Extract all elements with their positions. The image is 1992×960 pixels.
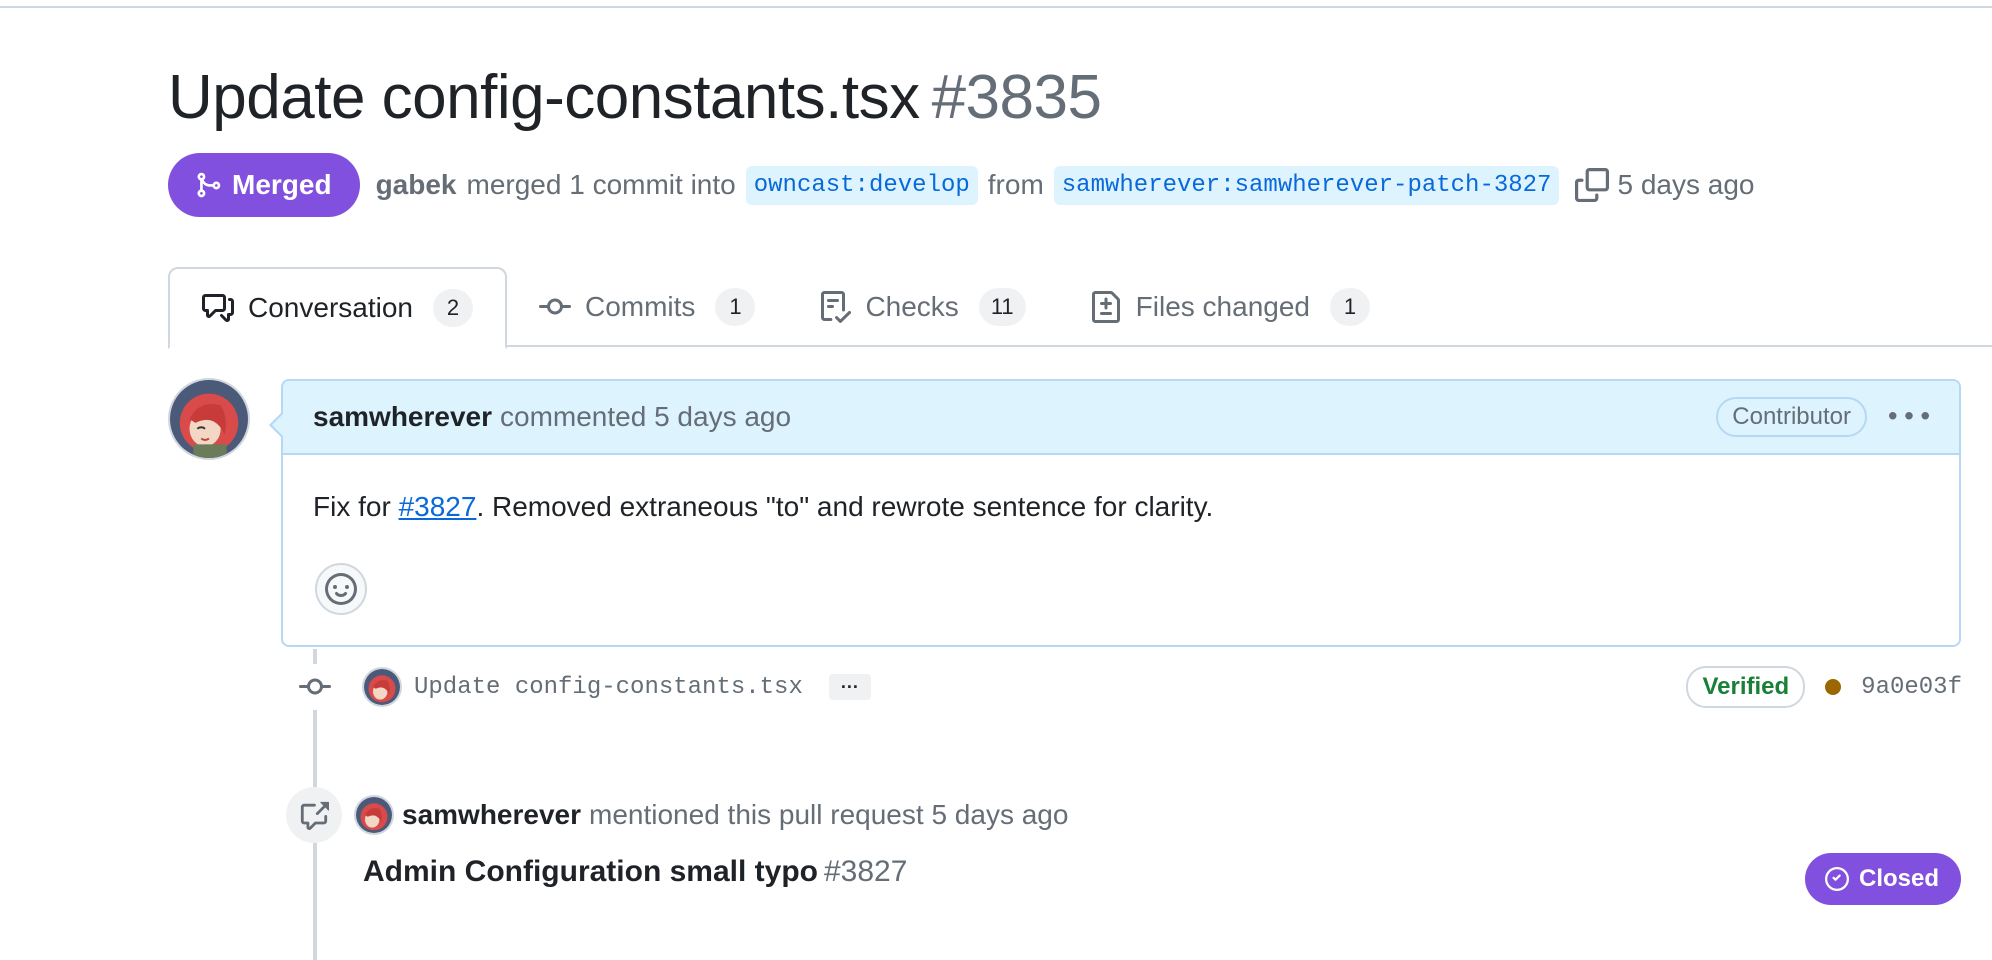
git-merge-icon — [197, 172, 221, 198]
tab-counter: 1 — [715, 288, 756, 326]
pr-meta: Merged gabek merged 1 commit into owncas… — [168, 153, 1754, 217]
pr-tabs: Conversation 2 Commits 1 Checks 11 Files… — [168, 267, 1992, 349]
tab-counter: 2 — [432, 289, 473, 327]
merged-label: Merged — [232, 169, 332, 200]
commit-message-link[interactable]: Update config-constants.tsx — [414, 674, 803, 701]
check-circle-icon — [1825, 867, 1849, 891]
base-branch[interactable]: owncast:develop — [745, 165, 978, 205]
pr-title: Update config-constants.tsx — [168, 63, 920, 132]
comment-text-prefix: Fix for — [313, 491, 399, 522]
verified-badge[interactable]: Verified — [1686, 666, 1806, 708]
comment-body: Fix for #3827. Removed extraneous "to" a… — [283, 455, 1959, 523]
mention-item: samwherever mentioned this pull request … — [286, 787, 1069, 843]
cross-reference-icon — [286, 787, 342, 843]
page-title: Update config-constants.tsx #3835 — [168, 62, 1102, 133]
comment-box: samwherever commented 5 days ago Contrib… — [269, 379, 1961, 647]
tab-checks[interactable]: Checks 11 — [787, 267, 1057, 347]
comment-text-suffix: . Removed extraneous "to" and rewrote se… — [476, 491, 1214, 522]
comment-action[interactable]: commented 5 days ago — [500, 401, 791, 433]
status-dot-icon[interactable] — [1825, 679, 1842, 695]
commit-icon — [538, 298, 571, 315]
comment-author[interactable]: samwherever — [313, 401, 492, 433]
avatar[interactable] — [362, 667, 402, 707]
tab-label: Files changed — [1135, 291, 1310, 322]
contributor-badge: Contributor — [1716, 397, 1867, 437]
tab-label: Conversation — [248, 292, 413, 323]
checklist-icon — [821, 291, 852, 323]
commit-sha-link[interactable]: 9a0e03f — [1861, 674, 1962, 701]
head-branch[interactable]: samwherever:samwherever-patch-3827 — [1053, 165, 1560, 205]
comment-discussion-icon — [202, 294, 234, 322]
tab-counter: 1 — [1330, 288, 1370, 326]
from-text: from — [987, 169, 1044, 200]
kebab-horizontal-icon[interactable] — [1889, 397, 1929, 437]
file-diff-icon — [1091, 291, 1120, 323]
mention-author[interactable]: samwherever — [402, 799, 581, 831]
referenced-issue[interactable]: Admin Configuration small typo #3827 — [363, 855, 907, 889]
author-link[interactable]: gabek — [376, 169, 457, 201]
tab-label: Checks — [865, 291, 959, 322]
tab-commits[interactable]: Commits 1 — [507, 267, 787, 347]
copy-icon[interactable] — [1575, 168, 1610, 202]
closed-label: Closed — [1859, 865, 1940, 892]
closed-badge: Closed — [1805, 853, 1962, 905]
merge-time: 5 days ago — [1617, 169, 1755, 200]
expand-commit-button[interactable]: ··· — [828, 674, 871, 700]
referenced-issue-number[interactable]: #3827 — [824, 855, 907, 888]
tab-counter: 11 — [978, 288, 1026, 326]
commit-item: Update config-constants.tsx ··· Verified… — [290, 664, 1962, 710]
avatar[interactable] — [168, 378, 250, 460]
tab-conversation[interactable]: Conversation 2 — [168, 267, 507, 349]
referenced-issue-title[interactable]: Admin Configuration small typo — [363, 855, 818, 888]
smiley-icon — [325, 573, 357, 605]
merged-badge: Merged — [168, 153, 360, 217]
tab-files-changed[interactable]: Files changed 1 — [1058, 267, 1402, 347]
merge-text: merged 1 commit into — [466, 169, 736, 200]
tab-label: Commits — [584, 291, 696, 322]
commit-icon — [290, 664, 340, 710]
comment-header: samwherever commented 5 days ago Contrib… — [283, 381, 1959, 455]
pr-number: #3835 — [931, 63, 1102, 132]
issue-link[interactable]: #3827 — [399, 491, 477, 522]
avatar[interactable] — [354, 795, 394, 835]
add-reaction-button[interactable] — [315, 563, 367, 615]
top-border — [0, 0, 1992, 8]
mention-text: mentioned this pull request 5 days ago — [589, 799, 1069, 830]
